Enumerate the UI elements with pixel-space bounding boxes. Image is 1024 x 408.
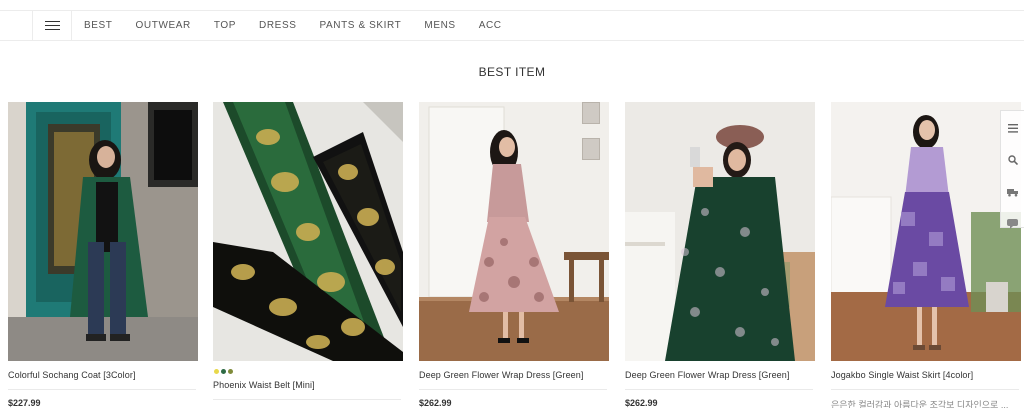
category-nav: BEST OUTWEAR TOP DRESS PANTS & SKIRT MEN… bbox=[84, 11, 525, 40]
product-divider bbox=[831, 389, 1019, 390]
product-card[interactable]: Deep Green Flower Wrap Dress [Green] $26… bbox=[419, 102, 609, 408]
product-image[interactable] bbox=[213, 102, 403, 361]
thumbnail-image[interactable] bbox=[582, 102, 600, 124]
color-swatches bbox=[214, 369, 403, 374]
nav-acc[interactable]: ACC bbox=[479, 20, 502, 31]
image-thumbnails bbox=[582, 102, 600, 160]
product-price: $262.99 bbox=[625, 398, 658, 408]
nav-mens[interactable]: MENS bbox=[424, 20, 455, 31]
product-name[interactable]: Deep Green Flower Wrap Dress [Green] bbox=[419, 370, 609, 380]
thumbnail-image[interactable] bbox=[582, 138, 600, 160]
hamburger-menu-icon[interactable] bbox=[32, 11, 72, 40]
product-card[interactable]: Deep Green Flower Wrap Dress [Green] $26… bbox=[625, 102, 815, 408]
nav-outwear[interactable]: OUTWEAR bbox=[136, 20, 191, 31]
swatch-yellow[interactable] bbox=[214, 369, 219, 374]
product-name[interactable]: Colorful Sochang Coat [3Color] bbox=[8, 370, 198, 380]
nav-dress[interactable]: DRESS bbox=[259, 20, 296, 31]
swatch-olive[interactable] bbox=[228, 369, 233, 374]
product-price: $227.99 bbox=[8, 398, 41, 408]
nav-pants-skirt[interactable]: PANTS & SKIRT bbox=[319, 20, 401, 31]
product-name[interactable]: Jogakbo Single Waist Skirt [4color] bbox=[831, 370, 1021, 380]
product-image[interactable] bbox=[625, 102, 815, 361]
product-image[interactable] bbox=[419, 102, 609, 361]
product-card[interactable]: Phoenix Waist Belt [Mini] bbox=[213, 102, 403, 400]
nav-best[interactable]: BEST bbox=[84, 20, 113, 31]
swatch-green[interactable] bbox=[221, 369, 226, 374]
product-image[interactable] bbox=[8, 102, 198, 361]
search-icon[interactable] bbox=[1007, 152, 1018, 170]
product-card[interactable]: Jogakbo Single Waist Skirt [4color] 은은한 … bbox=[831, 102, 1021, 408]
product-price: $262.99 bbox=[419, 398, 452, 408]
product-name[interactable]: Phoenix Waist Belt [Mini] bbox=[213, 380, 403, 390]
list-icon[interactable] bbox=[1007, 120, 1018, 138]
product-divider bbox=[8, 389, 196, 390]
top-navigation: BEST OUTWEAR TOP DRESS PANTS & SKIRT MEN… bbox=[0, 10, 1024, 41]
product-name[interactable]: Deep Green Flower Wrap Dress [Green] bbox=[625, 370, 815, 380]
chat-icon[interactable] bbox=[1007, 216, 1018, 234]
nav-top[interactable]: TOP bbox=[214, 20, 236, 31]
product-divider bbox=[213, 399, 401, 400]
product-card[interactable]: Colorful Sochang Coat [3Color] $227.99 bbox=[8, 102, 198, 408]
quick-sidebar bbox=[1000, 110, 1024, 229]
truck-icon[interactable] bbox=[1006, 184, 1019, 202]
product-description: 은은한 컬러감과 아름다운 조각보 디자인으로 ... bbox=[831, 400, 1009, 408]
product-image[interactable] bbox=[831, 102, 1021, 361]
product-divider bbox=[419, 389, 607, 390]
product-divider bbox=[625, 389, 813, 390]
section-title: BEST ITEM bbox=[478, 65, 546, 79]
